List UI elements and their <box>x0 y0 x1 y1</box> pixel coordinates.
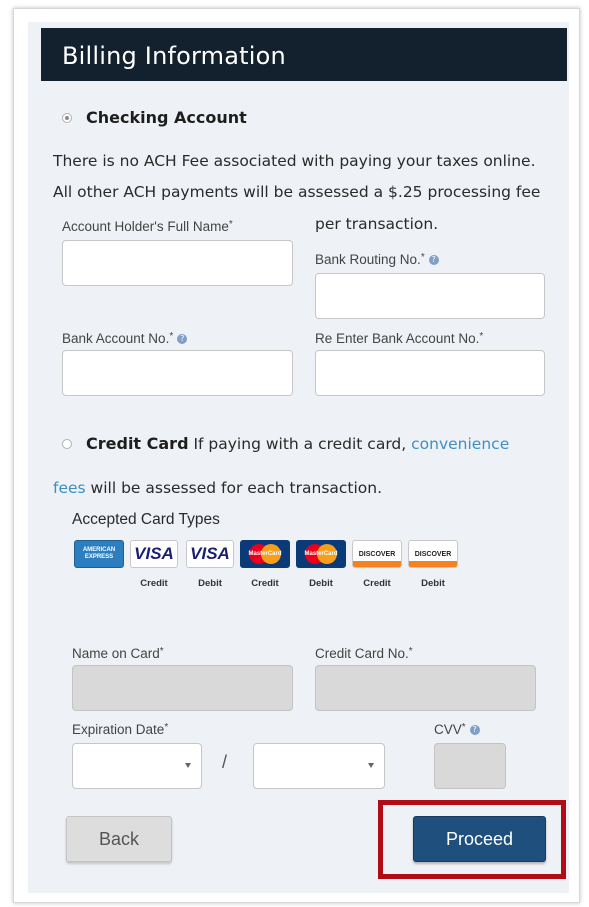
mastercard-debit-card-icon: MasterCard <box>296 540 346 568</box>
account-number-label-text: Bank Account No. <box>62 331 170 346</box>
card-number-label-text: Credit Card No. <box>315 646 409 661</box>
expiration-date-label: Expiration Date* <box>72 722 168 737</box>
info-icon[interactable]: ? <box>177 334 188 345</box>
amex-brand-text: AMERICAN EXPRESS <box>82 547 116 560</box>
routing-number-input[interactable] <box>315 273 545 319</box>
card-caption: Debit <box>198 578 222 589</box>
visa-brand-text: VISA <box>134 544 174 563</box>
card-number-label: Credit Card No.* <box>315 646 413 661</box>
discover-stripe <box>353 561 401 567</box>
required-mark: * <box>479 331 484 342</box>
proceed-highlight-box <box>378 800 566 879</box>
page-title: Billing Information <box>62 42 286 70</box>
mastercard-credit-card-icon: MasterCard <box>240 540 290 568</box>
chevron-down-icon <box>368 763 374 768</box>
reenter-account-label: Re Enter Bank Account No.* <box>315 331 483 346</box>
mastercard-brand-text: MasterCard <box>304 551 338 557</box>
credit-card-option: Credit Card If paying with a credit card… <box>86 434 509 453</box>
credit-card-note-end: will be assessed for each transaction. <box>90 479 383 497</box>
chevron-down-icon <box>185 763 191 768</box>
accepted-card-types-label: Accepted Card Types <box>72 511 220 528</box>
date-separator: / <box>222 752 228 772</box>
info-icon[interactable]: ? <box>469 725 480 736</box>
discover-stripe <box>409 561 457 567</box>
discover-debit-card-icon: DISCOVER <box>408 540 458 568</box>
account-number-label: Bank Account No.*? <box>62 331 188 346</box>
reenter-account-label-text: Re Enter Bank Account No. <box>315 331 480 346</box>
credit-card-radio[interactable] <box>62 439 72 449</box>
expiration-date-label-text: Expiration Date <box>72 722 165 737</box>
holder-name-label-text: Account Holder's Full Name <box>62 219 229 234</box>
required-mark: * <box>420 252 425 263</box>
convenience-fees-link-cont[interactable]: fees <box>53 479 86 497</box>
mastercard-brand-text: MasterCard <box>248 551 282 557</box>
name-on-card-input[interactable] <box>72 665 293 711</box>
card-caption: Credit <box>140 578 168 589</box>
cvv-input[interactable] <box>434 743 506 789</box>
required-mark: * <box>228 219 233 230</box>
ach-fee-text-line3: per transaction. <box>315 215 439 233</box>
back-button[interactable]: Back <box>66 816 172 862</box>
info-icon[interactable]: ? <box>428 255 439 266</box>
ach-fee-text-line2: All other ACH payments will be assessed … <box>53 183 541 201</box>
visa-credit-card-icon: VISA <box>130 540 178 568</box>
credit-card-note-line2: fees will be assessed for each transacti… <box>53 479 382 497</box>
card-caption: Credit <box>251 578 279 589</box>
holder-name-label: Account Holder's Full Name* <box>62 219 233 234</box>
routing-label-text: Bank Routing No. <box>315 252 421 267</box>
card-number-input[interactable] <box>315 665 536 711</box>
name-on-card-label-text: Name on Card <box>72 646 160 661</box>
checking-account-radio[interactable] <box>62 113 72 123</box>
card-caption: Debit <box>309 578 333 589</box>
required-mark: * <box>461 722 466 733</box>
routing-label: Bank Routing No.*? <box>315 252 439 267</box>
discover-brand-text: DISCOVER <box>414 550 452 558</box>
reenter-account-input[interactable] <box>315 350 545 396</box>
checking-account-label[interactable]: Checking Account <box>86 108 247 127</box>
required-mark: * <box>164 722 169 733</box>
expiration-year-select[interactable] <box>253 743 385 789</box>
credit-card-label[interactable]: Credit Card <box>86 434 189 453</box>
required-mark: * <box>169 331 174 342</box>
expiration-month-select[interactable] <box>72 743 202 789</box>
holder-name-input[interactable] <box>62 240 293 286</box>
account-number-input[interactable] <box>62 350 293 396</box>
card-caption: Debit <box>421 578 445 589</box>
required-mark: * <box>159 646 164 657</box>
cvv-label-text: CVV <box>434 722 462 737</box>
required-mark: * <box>408 646 413 657</box>
ach-fee-text-line1: There is no ACH Fee associated with payi… <box>53 152 536 170</box>
amex-card-icon: AMERICAN EXPRESS <box>74 540 124 568</box>
discover-credit-card-icon: DISCOVER <box>352 540 402 568</box>
convenience-fees-link[interactable]: convenience <box>411 435 509 453</box>
cvv-label: CVV*? <box>434 722 480 737</box>
visa-brand-text: VISA <box>190 544 230 563</box>
credit-card-note-start: If paying with a credit card, <box>193 435 407 453</box>
discover-brand-text: DISCOVER <box>358 550 396 558</box>
visa-debit-card-icon: VISA <box>186 540 234 568</box>
name-on-card-label: Name on Card* <box>72 646 164 661</box>
card-caption: Credit <box>363 578 391 589</box>
